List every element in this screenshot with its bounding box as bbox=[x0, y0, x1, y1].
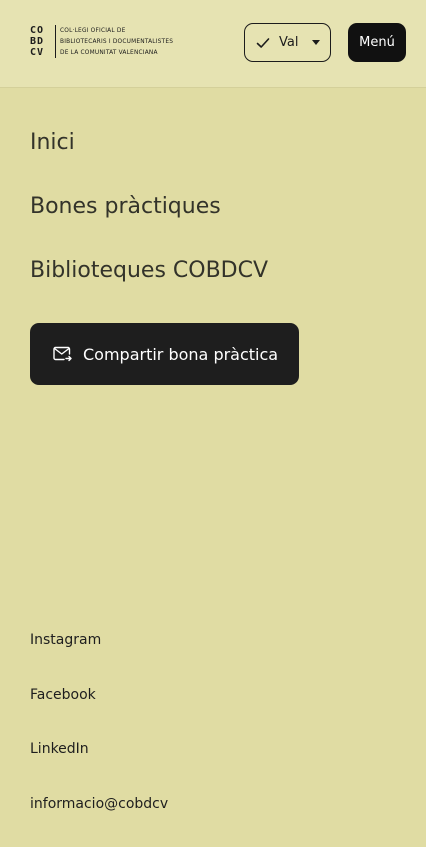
nav-item-biblioteques[interactable]: Biblioteques COBDCV bbox=[30, 253, 268, 317]
caret-down-icon bbox=[312, 40, 320, 45]
logo-mark-line: CO bbox=[30, 25, 45, 36]
check-icon bbox=[256, 37, 270, 48]
logo-text-line: COL·LEGI OFICIAL DE bbox=[60, 26, 126, 34]
menu-button[interactable]: Menú bbox=[348, 23, 406, 62]
logo-mark: CO BD CV bbox=[30, 25, 52, 58]
link-instagram[interactable]: Instagram bbox=[30, 628, 168, 683]
language-select[interactable]: Val bbox=[244, 23, 331, 62]
logo-text-line: DE LA COMUNITAT VALENCIANA bbox=[60, 48, 158, 56]
link-email[interactable]: informacio@cobdcv bbox=[30, 792, 168, 847]
nav-item-inici[interactable]: Inici bbox=[30, 125, 268, 189]
social-links: Instagram Facebook LinkedIn informacio@c… bbox=[30, 628, 168, 846]
main-nav: Inici Bones pràctiques Biblioteques COBD… bbox=[30, 125, 268, 317]
share-good-practice-button[interactable]: Compartir bona pràctica bbox=[30, 323, 299, 385]
language-select-value: Val bbox=[279, 35, 299, 50]
nav-item-bones-practiques[interactable]: Bones pràctiques bbox=[30, 189, 268, 253]
cobdcv-logo[interactable]: CO BD CV COL·LEGI OFICIAL DE BIBLIOTECAR… bbox=[30, 25, 173, 58]
link-facebook[interactable]: Facebook bbox=[30, 683, 168, 738]
logo-text: COL·LEGI OFICIAL DE BIBLIOTECARIS I DOCU… bbox=[55, 25, 173, 58]
mail-icon bbox=[53, 346, 72, 362]
logo-mark-line: BD bbox=[30, 36, 45, 47]
share-button-label: Compartir bona pràctica bbox=[83, 344, 279, 364]
logo-mark-line: CV bbox=[30, 47, 45, 58]
link-linkedin[interactable]: LinkedIn bbox=[30, 737, 168, 792]
logo-text-line: BIBLIOTECARIS I DOCUMENTALISTES bbox=[60, 37, 174, 45]
site-header: CO BD CV COL·LEGI OFICIAL DE BIBLIOTECAR… bbox=[0, 0, 426, 88]
